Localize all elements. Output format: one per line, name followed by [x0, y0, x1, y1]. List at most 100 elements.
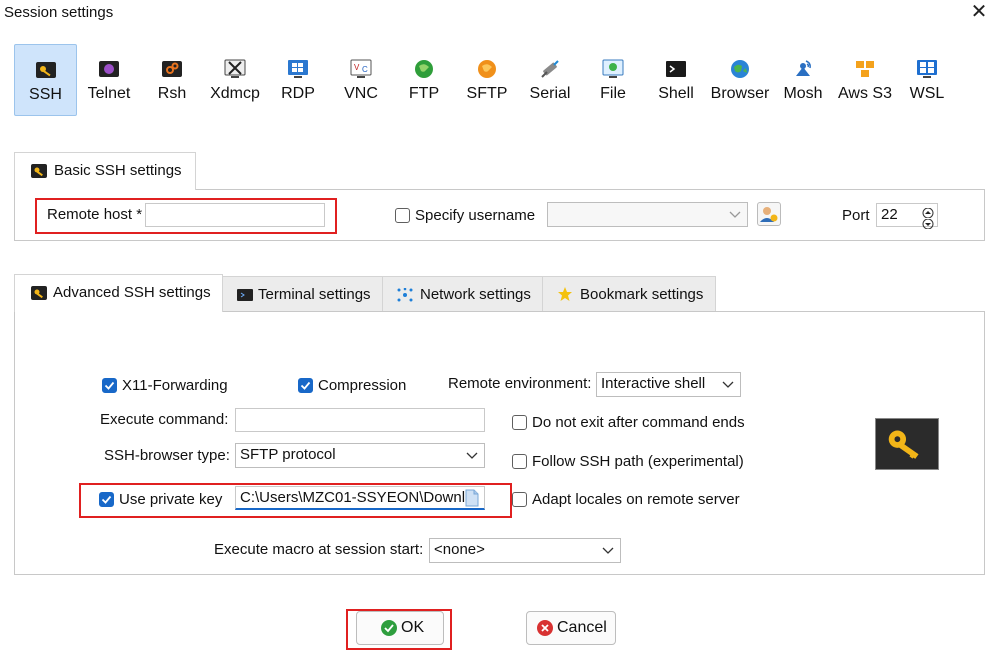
- session-type-shell[interactable]: Shell: [648, 44, 704, 116]
- chevron-down-icon: [602, 547, 614, 554]
- session-type-mosh[interactable]: Mosh: [776, 44, 830, 116]
- chevron-down-icon: [722, 381, 734, 388]
- cancel-label: Cancel: [557, 619, 607, 636]
- check-circle-icon: [381, 620, 397, 636]
- ftp-icon: [415, 60, 433, 78]
- check-icon: [104, 381, 115, 390]
- port-up-arrow[interactable]: [921, 205, 935, 219]
- session-type-aws-s3[interactable]: Aws S3: [834, 44, 896, 116]
- svg-text:C: C: [362, 65, 368, 74]
- key-icon: [31, 286, 47, 300]
- execute-command-input[interactable]: [235, 408, 485, 432]
- session-type-rsh[interactable]: Rsh: [143, 44, 201, 116]
- session-type-vnc[interactable]: VC VNC: [333, 44, 389, 116]
- mosh-icon: [796, 60, 811, 76]
- check-icon: [101, 495, 112, 504]
- wsl-icon: [917, 60, 937, 78]
- ssh-key-image: [875, 418, 939, 470]
- session-type-serial[interactable]: Serial: [522, 44, 578, 116]
- adapt-locales-checkbox[interactable]: [512, 492, 527, 507]
- network-icon: [397, 288, 413, 302]
- session-type-label: Browser: [710, 85, 770, 102]
- key-icon: [888, 430, 919, 459]
- compression-label: Compression: [318, 377, 407, 394]
- use-private-key-checkbox[interactable]: [99, 492, 114, 507]
- session-type-telnet[interactable]: Telnet: [80, 44, 138, 116]
- private-key-path-input[interactable]: C:\Users\MZC01-SSYEON\Downlo: [235, 486, 485, 510]
- chevron-down-icon: [922, 218, 934, 230]
- sftp-icon: [478, 60, 496, 78]
- follow-ssh-path-checkbox[interactable]: [512, 454, 527, 469]
- port-label: Port: [842, 207, 870, 224]
- telnet-icon: [99, 61, 119, 77]
- rsh-icon: [162, 61, 182, 77]
- ok-button[interactable]: OK: [356, 611, 444, 645]
- user-icon: [760, 207, 778, 222]
- do-not-exit-checkbox[interactable]: [512, 415, 527, 430]
- cancel-circle-icon: [537, 620, 553, 636]
- session-type-label: Shell: [658, 85, 694, 102]
- session-type-label: SSH: [29, 86, 62, 103]
- do-not-exit-label: Do not exit after command ends: [532, 414, 745, 431]
- browse-file-icon[interactable]: [465, 489, 479, 507]
- specify-username-checkbox[interactable]: [395, 208, 410, 223]
- svg-text:V: V: [354, 63, 360, 72]
- follow-ssh-path-label: Follow SSH path (experimental): [532, 453, 744, 470]
- check-icon: [300, 381, 311, 390]
- session-type-ssh[interactable]: SSH: [14, 44, 77, 116]
- tab-bookmark-settings[interactable]: Bookmark settings: [542, 276, 716, 312]
- session-type-label: SFTP: [466, 85, 508, 102]
- file-icon: [602, 59, 624, 78]
- session-type-rdp[interactable]: RDP: [270, 44, 326, 116]
- session-type-label: Aws S3: [838, 85, 892, 102]
- session-type-label: WSL: [909, 85, 945, 102]
- tab-terminal-settings[interactable]: Terminal settings: [222, 276, 383, 312]
- session-type-label: VNC: [344, 85, 378, 102]
- session-type-file[interactable]: File: [585, 44, 641, 116]
- session-type-label: Telnet: [87, 85, 131, 102]
- ssh-browser-type-label: SSH-browser type:: [104, 447, 230, 464]
- execute-macro-label: Execute macro at session start:: [214, 541, 424, 558]
- specify-username-label: Specify username: [415, 207, 536, 224]
- session-type-label: FTP: [408, 85, 440, 102]
- session-type-ftp[interactable]: FTP: [396, 44, 452, 116]
- session-type-wsl[interactable]: WSL: [900, 44, 954, 116]
- vnc-icon: VC: [350, 59, 372, 78]
- star-icon: [558, 287, 572, 301]
- remote-environment-select[interactable]: Interactive shell: [596, 372, 741, 397]
- session-type-label: File: [600, 85, 626, 102]
- tab-network-settings[interactable]: Network settings: [382, 276, 543, 312]
- session-type-xdmcp[interactable]: Xdmcp: [205, 44, 265, 116]
- ssh-icon: [35, 62, 56, 78]
- execute-macro-select[interactable]: <none>: [429, 538, 621, 563]
- tab-label: Terminal settings: [258, 286, 371, 303]
- remote-host-input[interactable]: [145, 203, 325, 227]
- advanced-settings-panel: X11-Forwarding Compression Remote enviro…: [14, 311, 985, 575]
- tab-advanced-ssh-settings[interactable]: Advanced SSH settings: [14, 274, 223, 312]
- session-type-sftp[interactable]: SFTP: [459, 44, 515, 116]
- x11-forwarding-checkbox[interactable]: [102, 378, 117, 393]
- chevron-down-icon: [466, 452, 478, 459]
- session-type-label: RDP: [281, 85, 315, 102]
- tab-label: Bookmark settings: [580, 286, 704, 303]
- xdmcp-icon: [224, 59, 246, 78]
- adapt-locales-label: Adapt locales on remote server: [532, 491, 740, 508]
- user-manager-button[interactable]: [757, 202, 781, 226]
- cancel-button[interactable]: Cancel: [526, 611, 616, 645]
- compression-checkbox[interactable]: [298, 378, 313, 393]
- basic-settings-panel: Remote host * Specify username Port 22: [14, 189, 985, 241]
- remote-environment-label: Remote environment:: [448, 375, 592, 392]
- session-type-toolbar: SSH Telnet Rsh Xdmcp RDP VC VNC FTP SFTP…: [0, 0, 992, 120]
- use-private-key-label: Use private key: [119, 491, 223, 508]
- ssh-browser-type-select[interactable]: SFTP protocol: [235, 443, 485, 468]
- port-down-arrow[interactable]: [921, 216, 935, 230]
- browser-icon: [731, 60, 749, 78]
- session-type-browser[interactable]: Browser: [708, 44, 772, 116]
- key-icon: [31, 164, 47, 178]
- tab-label: Advanced SSH settings: [53, 284, 211, 301]
- remote-host-label: Remote host *: [47, 206, 143, 223]
- session-type-label: Rsh: [157, 85, 187, 102]
- tab-basic-ssh-settings[interactable]: Basic SSH settings: [14, 152, 196, 190]
- username-combobox[interactable]: [547, 202, 748, 227]
- session-type-label: Mosh: [783, 85, 823, 102]
